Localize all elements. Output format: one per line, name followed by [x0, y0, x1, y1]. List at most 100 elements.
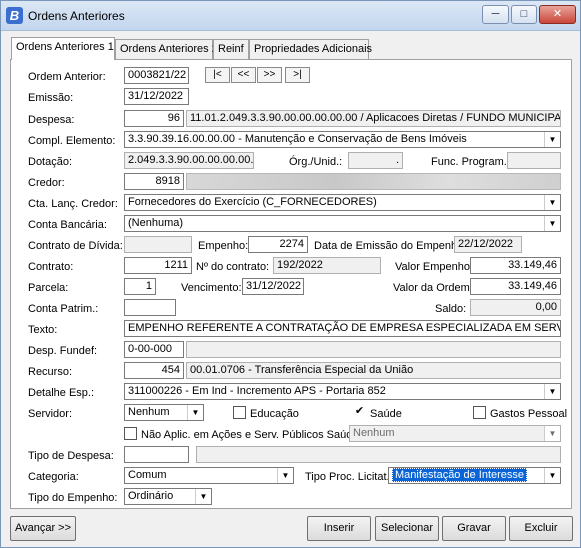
selecionar-button[interactable]: Selecionar	[375, 516, 439, 541]
cta-lanc-credor-value: Fornecedores do Exercício (C_FORNECEDORE…	[128, 196, 377, 208]
chevron-down-icon[interactable]: ▼	[195, 489, 211, 504]
chevron-down-icon[interactable]: ▼	[544, 216, 560, 231]
maximize-button[interactable]: □	[511, 5, 537, 24]
chevron-down-icon[interactable]: ▼	[277, 468, 293, 483]
title-bar[interactable]: B Ordens Anteriores ─ □ ✕	[1, 1, 580, 31]
saude-checkbox[interactable]: ✔	[353, 406, 366, 419]
tab-reinf[interactable]: Reinf	[213, 39, 249, 59]
minimize-button[interactable]: ─	[482, 5, 509, 24]
recurso-label: Recurso:	[28, 366, 73, 378]
servidor-value: Nenhum	[128, 406, 170, 418]
conta-bancaria-value: (Nenhuma)	[128, 217, 184, 229]
nav-next-button[interactable]: >>	[257, 67, 282, 83]
vencimento-field[interactable]: 31/12/2022	[242, 278, 304, 295]
chevron-down-icon[interactable]: ▼	[544, 195, 560, 210]
tab-propriedades-adicionais[interactable]: Propriedades Adicionais	[249, 39, 372, 59]
org-unid-field: .	[348, 152, 403, 169]
excluir-button[interactable]: Excluir	[509, 516, 573, 541]
tipo-despesa-field[interactable]	[124, 446, 189, 463]
app-logo-icon: B	[6, 7, 23, 24]
nro-contrato-field: 192/2022	[273, 257, 381, 274]
cta-lanc-credor-label: Cta. Lanç. Credor:	[28, 198, 118, 210]
desp-fundef-field[interactable]: 0-00-000	[124, 341, 184, 358]
nav-first-button[interactable]: |<	[205, 67, 230, 83]
nao-aplic-value: Nenhum	[353, 427, 395, 439]
valor-ordem-field[interactable]: 33.149,46	[470, 278, 561, 295]
categoria-select[interactable]: Comum ▼	[124, 467, 294, 484]
empenho-label: Empenho:	[198, 240, 249, 252]
nro-contrato-label: Nº do contrato:	[196, 261, 270, 273]
contrato-field[interactable]: 1211	[124, 257, 192, 274]
saldo-label: Saldo:	[435, 303, 467, 315]
chevron-down-icon[interactable]: ▼	[187, 405, 203, 420]
ordem-anterior-label: Ordem Anterior:	[28, 71, 106, 83]
recurso-desc-field: 00.01.0706 - Transferência Especial da U…	[186, 362, 561, 379]
ordens-anteriores-window: B Ordens Anteriores ─ □ ✕ Ordens Anterio…	[0, 0, 581, 548]
credor-code-field[interactable]: 8918	[124, 173, 184, 190]
tipo-empenho-value: Ordinário	[128, 490, 174, 502]
contrato-divida-field	[124, 236, 192, 253]
compl-elemento-label: Compl. Elemento:	[28, 135, 116, 147]
compl-elemento-select[interactable]: 3.3.90.39.16.00.00.00 - Manutenção e Con…	[124, 131, 561, 148]
credor-name-field	[186, 173, 561, 190]
tipo-empenho-select[interactable]: Ordinário ▼	[124, 488, 212, 505]
close-icon: ✕	[552, 8, 563, 20]
cta-lanc-credor-select[interactable]: Fornecedores do Exercício (C_FORNECEDORE…	[124, 194, 561, 211]
tipo-despesa-desc-field	[196, 446, 561, 463]
func-program-label: Func. Program.:	[431, 156, 510, 168]
despesa-desc-field: 11.01.2.049.3.3.90.00.00.00.00.00 / Apli…	[186, 110, 561, 127]
tipo-empenho-label: Tipo do Empenho:	[28, 492, 118, 504]
avancar-button[interactable]: Avançar >>	[10, 516, 76, 541]
educacao-label: Educação	[250, 408, 299, 420]
nav-last-button[interactable]: >|	[285, 67, 310, 83]
nao-aplic-label: Não Aplic. em Ações e Serv. Públicos Saú…	[141, 429, 359, 441]
close-button[interactable]: ✕	[539, 5, 576, 24]
recurso-code-field[interactable]: 454	[124, 362, 184, 379]
chevron-down-icon[interactable]: ▼	[544, 132, 560, 147]
emissao-field[interactable]: 31/12/2022	[124, 88, 189, 105]
conta-bancaria-select[interactable]: (Nenhuma) ▼	[124, 215, 561, 232]
chevron-down-icon[interactable]: ▼	[544, 426, 560, 441]
parcela-label: Parcela:	[28, 282, 69, 294]
maximize-icon: □	[520, 8, 528, 20]
window-title: Ordens Anteriores	[28, 9, 125, 23]
tipo-proc-licitat-label: Tipo Proc. Licitat.:	[305, 471, 393, 483]
conta-bancaria-label: Conta Bancária:	[28, 219, 107, 231]
data-emissao-empenho-field: 22/12/2022	[454, 236, 522, 253]
func-program-field	[507, 152, 561, 169]
saldo-field: 0,00	[470, 299, 561, 316]
tipo-proc-licitat-select[interactable]: Manifestação de Interesse ▼	[388, 467, 561, 484]
tab-ordens-anteriores-1[interactable]: Ordens Anteriores 1	[11, 37, 115, 60]
contrato-label: Contrato:	[28, 261, 74, 273]
despesa-label: Despesa:	[28, 114, 75, 126]
dotacao-label: Dotação:	[28, 156, 73, 168]
conta-patrim-label: Conta Patrim.:	[28, 303, 99, 315]
servidor-select[interactable]: Nenhum ▼	[124, 404, 204, 421]
minimize-icon: ─	[491, 8, 500, 20]
nao-aplic-select[interactable]: Nenhum ▼	[349, 425, 561, 442]
texto-label: Texto:	[28, 324, 58, 336]
detalhe-esp-select[interactable]: 311000226 - Em Ind - Incremento APS - Po…	[124, 383, 561, 400]
credor-label: Credor:	[28, 177, 65, 189]
ordem-anterior-field[interactable]: 0003821/22	[124, 67, 189, 84]
nav-prev-button[interactable]: <<	[231, 67, 256, 83]
saude-label: Saúde	[370, 408, 402, 420]
valor-empenho-field[interactable]: 33.149,46	[470, 257, 561, 274]
compl-elemento-value: 3.3.90.39.16.00.00.00 - Manutenção e Con…	[128, 133, 467, 145]
empenho-field[interactable]: 2274	[248, 236, 308, 253]
inserir-button[interactable]: Inserir	[307, 516, 371, 541]
gastos-pessoal-checkbox[interactable]	[473, 406, 486, 419]
texto-field[interactable]: EMPENHO REFERENTE A CONTRATAÇÃO DE EMPRE…	[124, 320, 561, 337]
despesa-code-field[interactable]: 96	[124, 110, 184, 127]
chevron-down-icon[interactable]: ▼	[544, 384, 560, 399]
tab-ordens-anteriores-2[interactable]: Ordens Anteriores 2	[115, 39, 218, 59]
educacao-checkbox[interactable]	[233, 406, 246, 419]
categoria-label: Categoria:	[28, 471, 79, 483]
chevron-down-icon[interactable]: ▼	[544, 468, 560, 483]
parcela-field[interactable]: 1	[124, 278, 156, 295]
gravar-button[interactable]: Gravar	[442, 516, 506, 541]
nao-aplic-checkbox[interactable]	[124, 427, 137, 440]
valor-empenho-label: Valor Empenho:	[395, 261, 474, 273]
conta-patrim-field[interactable]	[124, 299, 176, 316]
detalhe-esp-value: 311000226 - Em Ind - Incremento APS - Po…	[128, 385, 386, 397]
